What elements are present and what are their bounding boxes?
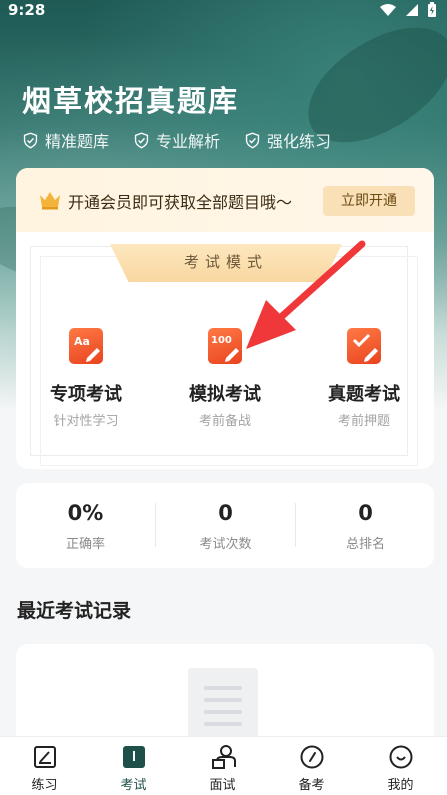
recent-records-card	[16, 644, 434, 744]
stat-value: 0	[218, 501, 233, 525]
tab-label: 备考	[298, 778, 325, 793]
stat-label: 总排名	[345, 537, 385, 552]
tab-label: 考试	[120, 778, 147, 793]
tab-interview[interactable]: 面试	[178, 745, 267, 793]
empty-document-icon	[188, 668, 258, 744]
stat-value: 0	[358, 501, 373, 525]
practice-icon	[33, 745, 57, 769]
tab-mine[interactable]: 我的	[356, 745, 445, 793]
stat-exam-count: 0 考试次数	[156, 483, 295, 568]
tab-label: 我的	[387, 778, 414, 793]
smile-icon	[389, 745, 413, 769]
exam-icon	[122, 745, 146, 769]
stat-label: 正确率	[65, 537, 105, 552]
tab-prepare[interactable]: 备考	[267, 745, 356, 793]
section-title: 最近考试记录	[17, 600, 132, 622]
bottom-tab-bar: 练习 考试 面试 备考 我的	[0, 736, 447, 795]
compass-icon	[300, 745, 324, 769]
tab-exam[interactable]: 考试	[89, 745, 178, 793]
stat-value: 0%	[67, 501, 104, 525]
stat-rank: 0 总排名	[296, 483, 435, 568]
interview-icon	[211, 745, 236, 769]
stat-label: 考试次数	[199, 537, 252, 552]
tab-practice[interactable]: 练习	[0, 745, 89, 793]
tab-label: 练习	[31, 778, 58, 793]
stat-accuracy: 0% 正确率	[16, 483, 155, 568]
stats-card: 0% 正确率 0 考试次数 0 总排名	[16, 483, 434, 568]
tab-label: 面试	[209, 778, 236, 793]
